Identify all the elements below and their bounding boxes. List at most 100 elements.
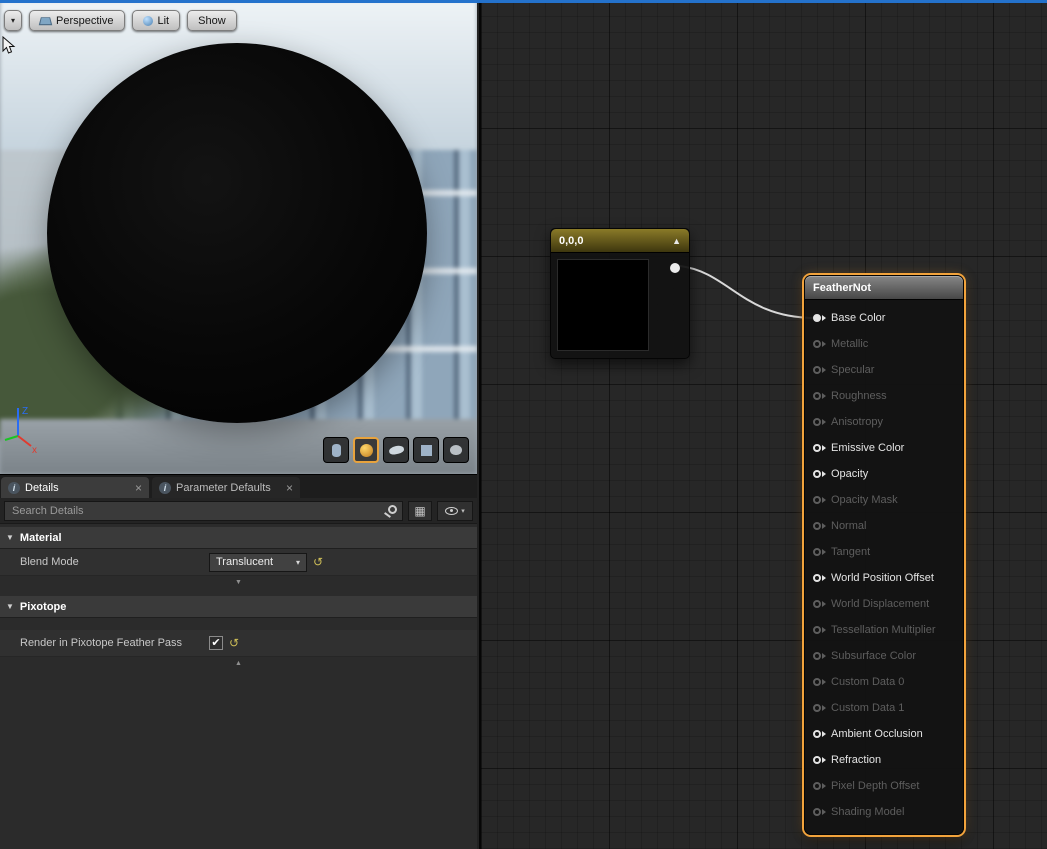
material-pin-subsurface-color[interactable]: Subsurface Color (805, 643, 963, 669)
plane-icon (388, 445, 404, 456)
show-label: Show (198, 15, 226, 27)
wire-constant-to-basecolor (680, 266, 815, 318)
material-pin-tessellation-multiplier[interactable]: Tessellation Multiplier (805, 617, 963, 643)
view-options-button[interactable]: ▾ (437, 501, 473, 521)
material-pin-specular[interactable]: Specular (805, 357, 963, 383)
pin-circle-icon[interactable] (813, 340, 821, 348)
details-search-row: ▦ ▾ (0, 498, 477, 524)
viewport-options-button[interactable]: ▾ (4, 10, 22, 31)
pin-label: World Displacement (831, 598, 929, 610)
preview-shape-cube-button[interactable] (413, 437, 439, 463)
material-pin-world-position-offset[interactable]: World Position Offset (805, 565, 963, 591)
collapse-node-icon[interactable]: ▲ (672, 236, 681, 246)
section-header-pixotope[interactable]: ▼ Pixotope (0, 596, 477, 618)
constant-node-header[interactable]: 0,0,0 ▲ (551, 229, 689, 253)
close-icon[interactable]: × (286, 482, 293, 494)
pin-label: Pixel Depth Offset (831, 780, 919, 792)
material-pin-opacity-mask[interactable]: Opacity Mask (805, 487, 963, 513)
pin-circle-icon[interactable] (813, 496, 821, 504)
pin-label: Ambient Occlusion (831, 728, 923, 740)
material-pin-roughness[interactable]: Roughness (805, 383, 963, 409)
pin-circle-icon[interactable] (813, 704, 821, 712)
collapse-expander[interactable]: ▲ (0, 657, 477, 669)
pin-circle-icon[interactable] (813, 626, 821, 634)
pin-arrow-icon (822, 575, 826, 581)
pin-circle-icon[interactable] (813, 444, 821, 452)
pin-circle-icon[interactable] (813, 756, 821, 764)
feather-pass-row: Render in Pixotope Feather Pass ✔ ↺ (0, 630, 477, 657)
pin-arrow-icon (822, 653, 826, 659)
tab-parameter-defaults[interactable]: i Parameter Defaults × (152, 477, 300, 498)
tab-details[interactable]: i Details × (1, 477, 149, 498)
pin-circle-icon[interactable] (813, 366, 821, 374)
material-pin-normal[interactable]: Normal (805, 513, 963, 539)
material-graph-canvas[interactable]: 0,0,0 ▲ FeatherNot Base ColorMetallicSpe… (479, 0, 1047, 849)
pin-label: Opacity Mask (831, 494, 898, 506)
check-icon: ✔ (211, 638, 220, 649)
pin-circle-icon[interactable] (813, 314, 821, 322)
chevron-up-icon: ▲ (235, 660, 242, 667)
pin-circle-icon[interactable] (813, 678, 821, 686)
material-pin-anisotropy[interactable]: Anisotropy (805, 409, 963, 435)
preview-shape-sphere-button[interactable] (353, 437, 379, 463)
material-pin-pixel-depth-offset[interactable]: Pixel Depth Offset (805, 773, 963, 799)
material-pin-metallic[interactable]: Metallic (805, 331, 963, 357)
property-matrix-button[interactable]: ▦ (408, 501, 432, 521)
pin-circle-icon[interactable] (813, 470, 821, 478)
material-pin-shading-model[interactable]: Shading Model (805, 799, 963, 825)
search-details-input[interactable] (4, 501, 403, 521)
preview-viewport[interactable]: ▾ Perspective Lit Show (0, 0, 477, 474)
pin-arrow-icon (822, 419, 826, 425)
pin-arrow-icon (822, 341, 826, 347)
pin-arrow-icon (822, 445, 826, 451)
pin-label: Emissive Color (831, 442, 904, 454)
section-collapse-icon[interactable]: ▼ (6, 533, 14, 542)
show-menu-button[interactable]: Show (187, 10, 237, 31)
material-pin-world-displacement[interactable]: World Displacement (805, 591, 963, 617)
material-pin-custom-data-1[interactable]: Custom Data 1 (805, 695, 963, 721)
reset-to-default-icon[interactable]: ↺ (313, 556, 323, 568)
color-swatch[interactable] (557, 259, 649, 351)
pin-circle-icon[interactable] (813, 522, 821, 530)
preview-shape-mesh-button[interactable] (443, 437, 469, 463)
material-editor-window: ▾ Perspective Lit Show (0, 0, 1047, 849)
close-icon[interactable]: × (135, 482, 142, 494)
material-pin-custom-data-0[interactable]: Custom Data 0 (805, 669, 963, 695)
material-output-node[interactable]: FeatherNot Base ColorMetallicSpecularRou… (804, 275, 964, 835)
material-pin-base-color[interactable]: Base Color (805, 305, 963, 331)
constant-output-pin[interactable] (670, 263, 680, 273)
pin-circle-icon[interactable] (813, 548, 821, 556)
preview-shape-plane-button[interactable] (383, 437, 409, 463)
pin-circle-icon[interactable] (813, 392, 821, 400)
section-header-material[interactable]: ▼ Material (0, 527, 477, 549)
pin-circle-icon[interactable] (813, 574, 821, 582)
material-pin-opacity[interactable]: Opacity (805, 461, 963, 487)
constant-color-node[interactable]: 0,0,0 ▲ (550, 228, 690, 359)
pin-circle-icon[interactable] (813, 600, 821, 608)
advanced-expander[interactable]: ▼ (0, 576, 477, 588)
perspective-button[interactable]: Perspective (29, 10, 124, 31)
pin-circle-icon[interactable] (813, 782, 821, 790)
pin-circle-icon[interactable] (813, 730, 821, 738)
pin-circle-icon[interactable] (813, 652, 821, 660)
pin-label: Refraction (831, 754, 881, 766)
preview-shape-bar (323, 437, 469, 463)
blend-mode-dropdown[interactable]: Translucent ▾ (209, 553, 307, 572)
section-pixotope-title: Pixotope (20, 601, 66, 613)
pin-circle-icon[interactable] (813, 808, 821, 816)
pin-arrow-icon (822, 523, 826, 529)
pin-arrow-icon (822, 809, 826, 815)
lit-mode-button[interactable]: Lit (132, 10, 181, 31)
material-pin-ambient-occlusion[interactable]: Ambient Occlusion (805, 721, 963, 747)
section-collapse-icon[interactable]: ▼ (6, 602, 14, 611)
feather-pass-checkbox[interactable]: ✔ (209, 636, 223, 650)
material-node-header[interactable]: FeatherNot (805, 276, 963, 300)
material-pin-tangent[interactable]: Tangent (805, 539, 963, 565)
preview-sphere-mesh[interactable] (47, 43, 427, 423)
material-pin-refraction[interactable]: Refraction (805, 747, 963, 773)
preview-shape-cylinder-button[interactable] (323, 437, 349, 463)
material-pin-emissive-color[interactable]: Emissive Color (805, 435, 963, 461)
reset-to-default-icon[interactable]: ↺ (229, 637, 239, 649)
pin-circle-icon[interactable] (813, 418, 821, 426)
blend-mode-label: Blend Mode (0, 556, 209, 568)
